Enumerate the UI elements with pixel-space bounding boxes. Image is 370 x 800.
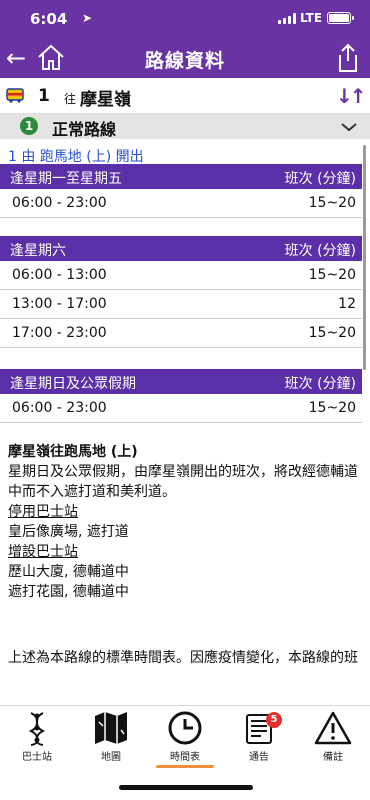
route-destination: 摩星嶺 <box>80 90 131 110</box>
time-range: 06:00 - 23:00 <box>12 195 107 211</box>
tab-timetable[interactable]: 時間表 <box>148 710 222 768</box>
added-stops-label: 增設巴士站 <box>8 544 78 560</box>
origin-text: 1 由 跑馬地 (上) 開出 <box>8 149 144 165</box>
frequency: 15~20 <box>308 325 356 341</box>
table-row: 17:00 - 23:00 15~20 <box>0 319 362 348</box>
page-title: 路線資料 <box>144 50 225 72</box>
time-range: 17:00 - 23:00 <box>12 325 107 341</box>
frequency: 15~20 <box>308 267 356 283</box>
suspended-stops-label: 停用巴士站 <box>8 504 78 520</box>
map-icon <box>95 712 127 744</box>
tab-map[interactable]: 地圖 <box>74 710 148 763</box>
timetable-header-saturday: 逢星期六 班次 (分鐘) <box>0 236 362 261</box>
active-tab-indicator <box>156 765 214 768</box>
time-range: 06:00 - 23:00 <box>12 400 107 416</box>
tab-label: 巴士站 <box>22 752 52 763</box>
nav-bar: ← 路線資料 <box>0 40 370 78</box>
tab-label: 地圖 <box>101 752 121 763</box>
time-range: 06:00 - 13:00 <box>12 267 107 283</box>
location-arrow-icon: ➤ <box>82 11 93 25</box>
frequency: 15~20 <box>308 400 356 416</box>
day-label: 逢星期一至星期五 <box>10 171 122 187</box>
added-stop: 遮打花園, 德輔道中 <box>8 584 129 600</box>
bus-stop-icon <box>28 712 46 746</box>
frequency: 12 <box>338 296 356 312</box>
tab-label: 通告 <box>249 752 269 763</box>
table-row: 06:00 - 13:00 15~20 <box>0 261 362 290</box>
network-type: LTE <box>300 11 323 25</box>
route-variant-selector[interactable]: 1 正常路線 <box>0 114 370 139</box>
chevron-down-icon[interactable] <box>340 118 358 137</box>
added-stop: 歷山大廈, 德輔道中 <box>8 564 129 580</box>
table-row: 06:00 - 23:00 15~20 <box>0 394 362 423</box>
warning-icon <box>314 711 352 745</box>
variant-number-badge: 1 <box>20 117 38 135</box>
tab-remarks[interactable]: 備註 <box>296 710 370 763</box>
tab-bus-stops[interactable]: 巴士站 <box>0 710 74 763</box>
tab-notices[interactable]: 5 通告 <box>222 710 296 763</box>
battery-icon <box>327 12 354 24</box>
frequency-label: 班次 (分鐘) <box>284 171 356 187</box>
variant-label: 正常路線 <box>52 120 117 139</box>
status-time: 6:04 <box>30 10 68 28</box>
swap-direction-icon[interactable]: ↓↑ <box>336 84 366 108</box>
tab-label: 備註 <box>323 752 343 763</box>
frequency: 15~20 <box>308 195 356 211</box>
frequency-label: 班次 (分鐘) <box>284 243 356 259</box>
direction-prefix: 往 <box>64 92 77 106</box>
status-bar: 6:04 ➤ LTE <box>0 0 370 40</box>
time-range: 13:00 - 17:00 <box>12 296 107 312</box>
notification-badge: 5 <box>266 712 282 728</box>
timetable-header-weekday: 逢星期一至星期五 班次 (分鐘) <box>0 164 362 189</box>
share-icon[interactable] <box>336 43 360 77</box>
signal-icon <box>278 12 296 24</box>
timetable-header-holiday: 逢星期日及公眾假期 班次 (分鐘) <box>0 369 362 394</box>
route-notes: 摩星嶺往跑馬地 (上) 星期日及公眾假期，由摩星嶺開出的班次，將改經德輔道中而不… <box>8 442 362 602</box>
day-label: 逢星期日及公眾假期 <box>10 376 136 392</box>
home-indicator <box>119 785 253 790</box>
disclaimer-text: 上述為本路線的標準時間表。因應疫情變化，本路線的班 <box>8 650 358 666</box>
suspended-stop: 皇后像廣場, 遮打道 <box>8 524 129 540</box>
scrollbar[interactable] <box>363 145 366 370</box>
clock-icon <box>168 711 202 745</box>
timetable-content[interactable]: 1 由 跑馬地 (上) 開出 逢星期一至星期五 班次 (分鐘) 06:00 - … <box>0 140 370 705</box>
route-number: 1 <box>38 86 50 106</box>
day-label: 逢星期六 <box>10 243 66 259</box>
notes-body: 星期日及公眾假期，由摩星嶺開出的班次，將改經德輔道中而不入遮打道和美利道。 <box>8 464 358 500</box>
tab-label: 時間表 <box>170 752 200 763</box>
notes-heading: 摩星嶺往跑馬地 (上) <box>8 444 138 460</box>
table-row: 06:00 - 23:00 15~20 <box>0 189 362 218</box>
route-header: 1 往 摩星嶺 ↓↑ <box>0 78 370 114</box>
table-row: 13:00 - 17:00 12 <box>0 290 362 319</box>
frequency-label: 班次 (分鐘) <box>284 376 356 392</box>
bus-icon <box>6 88 24 103</box>
